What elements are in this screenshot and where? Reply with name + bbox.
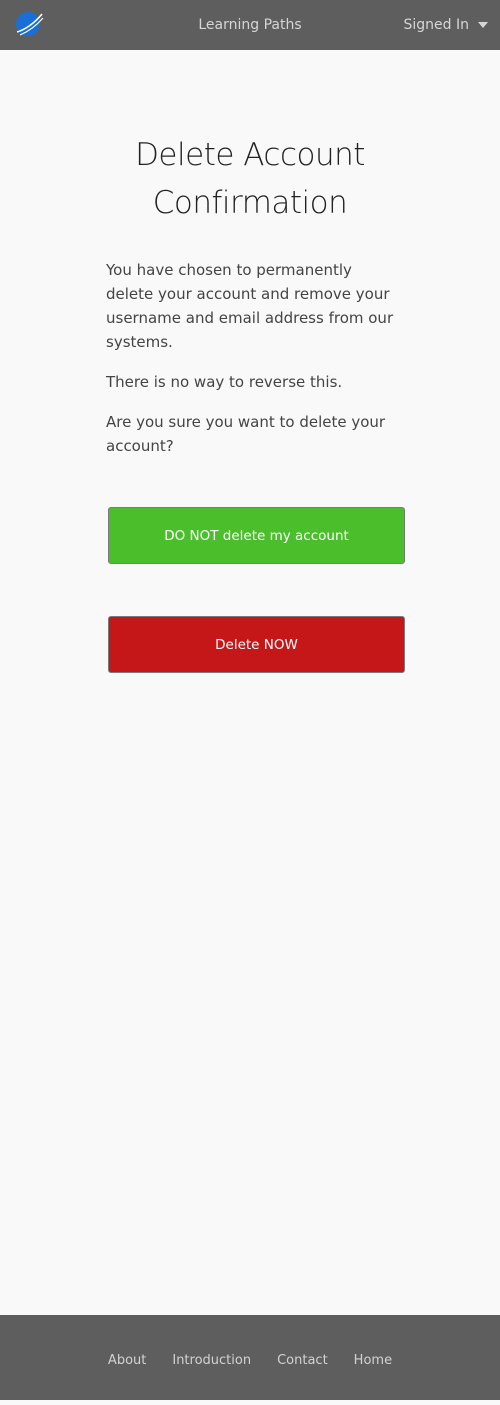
page-title-line-1: Delete Account — [135, 137, 365, 173]
footer-link-home[interactable]: Home — [354, 1353, 392, 1368]
chevron-down-icon — [478, 22, 488, 28]
account-menu-label: Signed In — [403, 17, 470, 33]
delete-account-button[interactable]: Delete NOW — [108, 616, 405, 673]
footer-link-contact[interactable]: Contact — [277, 1353, 328, 1368]
confirmation-message: You have chosen to permanently delete yo… — [106, 258, 398, 474]
footer: About Introduction Contact Home — [0, 1315, 500, 1400]
footer-link-about[interactable]: About — [108, 1353, 146, 1368]
account-menu-toggle[interactable]: Signed In — [403, 0, 488, 50]
footer-nav: About Introduction Contact Home — [0, 1315, 500, 1405]
page-title: Delete Account Confirmation — [0, 131, 500, 227]
page-title-line-2: Confirmation — [152, 185, 348, 221]
top-navbar: Learning Paths Signed In — [0, 0, 500, 50]
warning-paragraph: You have chosen to permanently delete yo… — [106, 261, 394, 351]
keep-account-button[interactable]: DO NOT delete my account — [108, 507, 405, 564]
irreversible-notice: There is no way to reverse this. — [106, 373, 343, 391]
confirmation-question: Are you sure you want to delete your acc… — [106, 413, 386, 455]
footer-link-introduction[interactable]: Introduction — [172, 1353, 251, 1368]
